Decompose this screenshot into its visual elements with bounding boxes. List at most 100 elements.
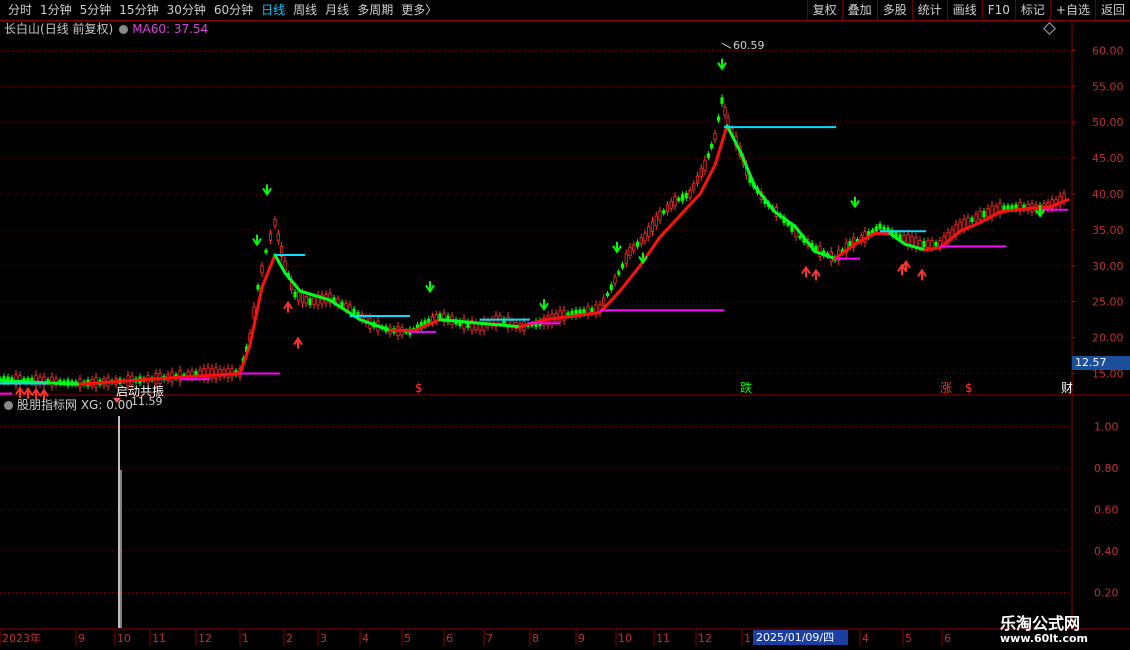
candle-body <box>609 284 613 291</box>
time-tick-label: 6 <box>446 632 453 645</box>
sub-chart-title: 股朋指标网 XG: 0.00 <box>4 398 133 412</box>
time-tick-label: 8 <box>532 632 539 645</box>
candle-body <box>620 263 625 268</box>
candle-body <box>966 217 970 227</box>
sell-arrow-icon <box>717 58 727 71</box>
ma-line-segment <box>738 149 757 189</box>
candle-body <box>276 232 280 242</box>
candle-body <box>308 298 312 306</box>
candle-body <box>982 210 986 218</box>
sell-arrow-icon <box>539 299 549 312</box>
candle-body <box>558 310 562 322</box>
sub-tick-label: 1.00 <box>1094 420 1119 433</box>
candle-body <box>684 193 688 199</box>
price-tick-label: 50.00 <box>1092 116 1124 129</box>
candle-body <box>624 253 628 264</box>
candle-body <box>930 240 934 249</box>
price-tick-label: 55.00 <box>1092 80 1124 93</box>
candle-body <box>632 244 636 252</box>
ma-line-segment <box>923 246 942 252</box>
sub-tick-label: 0.20 <box>1094 586 1119 599</box>
candle-body <box>643 232 647 242</box>
buy-arrow-icon <box>283 300 293 313</box>
candle-body <box>268 233 273 241</box>
candle-body <box>680 194 685 201</box>
event-marker-2: 涨 <box>940 380 952 395</box>
ma-line-segment <box>438 318 482 325</box>
sell-arrow-icon <box>638 252 648 265</box>
candle-body <box>673 196 677 207</box>
candle-body <box>665 204 670 213</box>
candle-body <box>934 241 938 247</box>
candle-body <box>699 167 703 178</box>
candle-body <box>706 153 710 159</box>
event-marker-4: 财 <box>1061 381 1073 395</box>
time-tick-label: 12 <box>698 632 712 645</box>
candle-body <box>1010 205 1014 210</box>
candle-body <box>628 246 632 256</box>
candle-body <box>602 297 606 306</box>
candle-body <box>926 240 930 248</box>
indicator-label: 股朋指标网 XG: 0.00 <box>17 398 133 412</box>
time-tick-label: 6 <box>944 632 951 645</box>
candle-body <box>662 210 666 214</box>
kline-chart[interactable]: 60.00 55.00 50.00 45.00 40.00 35.00 30.00 25.00… <box>0 0 1130 650</box>
sub-settings-dot-icon[interactable] <box>4 401 13 410</box>
buy-arrow-icon <box>15 386 25 399</box>
candle-body <box>716 116 721 121</box>
price-tick-label: 45.00 <box>1092 152 1124 165</box>
candle-body <box>669 200 673 209</box>
ma-line-segment <box>713 124 729 167</box>
sell-arrow-icon <box>262 184 272 197</box>
time-tick-label: 5 <box>905 632 912 645</box>
candle-body <box>962 218 966 230</box>
candle-body <box>986 208 990 218</box>
candle-body <box>720 97 724 104</box>
price-tick-label: 30.00 <box>1092 260 1124 273</box>
candle-body <box>300 292 305 304</box>
candle-body <box>293 291 297 298</box>
buy-arrow-icon <box>293 336 303 349</box>
candle-body <box>312 296 316 306</box>
buy-arrow-icon <box>901 259 911 272</box>
candle-body <box>256 285 260 290</box>
time-tick-label: 4 <box>862 632 869 645</box>
candle-body <box>695 175 700 184</box>
candle-body <box>260 265 264 274</box>
candle-body <box>1002 205 1006 211</box>
event-marker-0: $ <box>415 381 423 395</box>
watermark-url: www.60lt.com <box>1000 632 1089 645</box>
sub-tick-label: 0.40 <box>1094 545 1119 558</box>
candle-body <box>798 235 802 239</box>
price-tick-label: 20.00 <box>1092 332 1124 345</box>
ma-line-segment <box>753 185 777 214</box>
sub-tick-label: 0.60 <box>1094 503 1119 516</box>
candle-body <box>304 296 308 304</box>
price-tick-label: 35.00 <box>1092 224 1124 237</box>
event-marker-3: $ <box>965 381 973 395</box>
candle-body <box>978 210 982 221</box>
candle-body <box>974 213 978 222</box>
ma-line-segment <box>773 210 797 228</box>
candle-body <box>214 367 218 379</box>
time-tick-label: 2 <box>286 632 293 645</box>
candle-body <box>605 292 610 297</box>
event-marker-1: 跌 <box>740 380 752 395</box>
high-pointer <box>721 42 732 49</box>
candle-body <box>613 276 617 284</box>
time-tick-label: 1 <box>744 632 751 645</box>
candle-body <box>617 271 621 275</box>
ma-line-segment <box>260 253 277 289</box>
time-tick-label: 10 <box>117 632 131 645</box>
candle-body <box>647 226 651 237</box>
time-tick-label: 7 <box>486 632 493 645</box>
time-tick-label: 11 <box>656 632 670 645</box>
candle-body <box>438 313 442 319</box>
candle-body <box>658 210 662 221</box>
candle-body <box>902 235 906 242</box>
time-tick-label: 3 <box>320 632 327 645</box>
candle-body <box>958 221 962 231</box>
time-tick-label: 12 <box>198 632 212 645</box>
current-price-box: 12.57 <box>1072 356 1130 370</box>
time-tick-label: 10 <box>618 632 632 645</box>
